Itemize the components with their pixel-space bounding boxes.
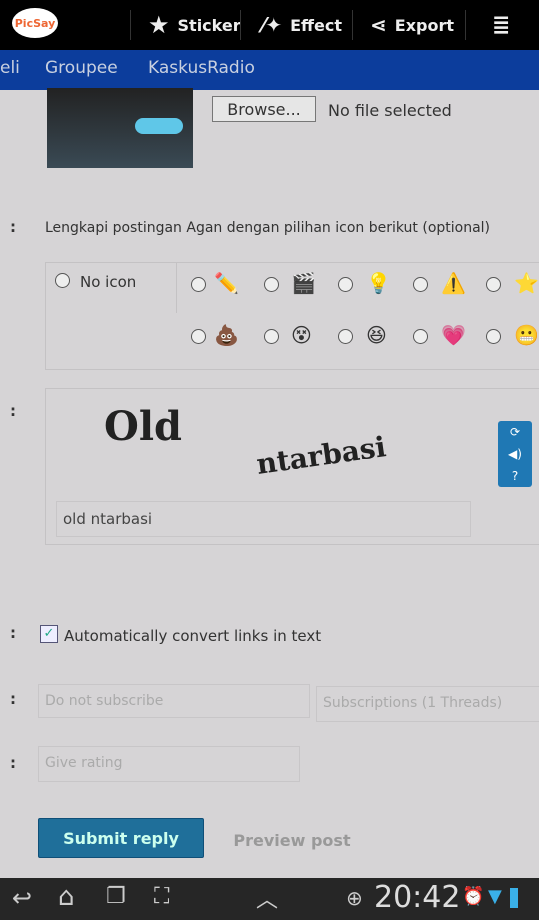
dizzy-face-icon: 😵	[291, 323, 312, 347]
submit-reply-button[interactable]: Submit reply	[38, 818, 204, 858]
warning-icon: ⚠️	[441, 271, 466, 295]
back-icon[interactable]: ↩	[12, 884, 32, 912]
icon-section-label: Lengkapi postingan Agan dengan pilihan i…	[45, 220, 491, 236]
share-icon: ⋖	[370, 13, 387, 37]
pencil-icon: ✏️	[214, 271, 239, 295]
export-button[interactable]: ⋖ Export	[370, 0, 454, 50]
auto-links-label: Automatically convert links in text	[64, 627, 322, 645]
sticker-button[interactable]: ★ Sticker	[148, 0, 241, 50]
icon-radio[interactable]	[338, 329, 353, 344]
system-navigation-bar: ↩ ⌂ ❐ ⛶ ︿ ⊕ 20:42 ⏰ ▼	[0, 878, 539, 920]
nav-item-kaskusradio[interactable]: KaskusRadio	[148, 58, 255, 78]
nav-item-groupee[interactable]: Groupee	[45, 58, 118, 78]
picsay-logo: PicSay	[12, 8, 58, 38]
home-icon[interactable]: ⌂	[58, 882, 75, 912]
lightbulb-icon: 💡	[366, 271, 391, 295]
chevron-up-icon[interactable]: ︿	[256, 882, 278, 914]
captcha-box: Old ntarbasi ⟳ ◀)? old ntarbasi	[45, 388, 539, 545]
auto-links-checkbox[interactable]: ✓	[40, 625, 58, 643]
browse-button[interactable]: Browse...	[212, 96, 316, 122]
icon-radio[interactable]	[486, 277, 501, 292]
nav-item[interactable]: eli	[0, 58, 20, 78]
star-icon: ★	[148, 11, 170, 39]
no-icon-radio[interactable]	[55, 273, 70, 288]
recent-apps-icon[interactable]: ❐	[106, 884, 126, 909]
rating-select[interactable]: Give rating	[38, 746, 300, 782]
add-icon: ⊕	[346, 886, 363, 910]
icon-radio[interactable]	[338, 277, 353, 292]
magic-wand-icon: ⁄✦	[262, 13, 283, 37]
clock: 20:42	[374, 880, 461, 915]
subscriptions-select[interactable]: Subscriptions (1 Threads)	[316, 686, 539, 722]
no-icon-label: No icon	[80, 273, 137, 291]
uploaded-image-thumbnail	[47, 88, 193, 168]
site-nav: eli Groupee KaskusRadio	[0, 50, 539, 90]
icon-picker: No icon ✏️ 🎬 💡 ⚠️ ⭐ 💩 😵 😆 💗 😬	[45, 262, 539, 370]
subscribe-select[interactable]: Do not subscribe	[38, 684, 310, 718]
battery-icon	[510, 888, 518, 908]
help-icon[interactable]: ?	[498, 465, 532, 487]
captcha-word-1: Old	[104, 403, 183, 450]
laughing-face-icon: 😆	[366, 323, 387, 347]
refresh-icon[interactable]: ⟳	[498, 421, 532, 443]
icon-radio[interactable]	[486, 329, 501, 344]
icon-radio[interactable]	[264, 277, 279, 292]
app-toolbar: PicSay ★ Sticker ⁄✦ Effect ⋖ Export ≣	[0, 0, 539, 50]
file-status: No file selected	[328, 101, 452, 120]
icon-radio[interactable]	[413, 277, 428, 292]
captcha-word-2: ntarbasi	[254, 430, 388, 481]
audio-icon[interactable]: ◀)	[498, 443, 532, 465]
poop-icon: 💩	[214, 323, 239, 347]
wifi-icon: ▼	[488, 886, 502, 907]
clapper-icon: 🎬	[291, 271, 316, 295]
grimace-face-icon: 😬	[514, 323, 539, 347]
icon-radio[interactable]	[264, 329, 279, 344]
star-emoji-icon: ⭐	[514, 271, 539, 295]
captcha-input[interactable]: old ntarbasi	[56, 501, 471, 537]
icon-radio[interactable]	[413, 329, 428, 344]
alarm-icon: ⏰	[462, 886, 485, 907]
icon-radio[interactable]	[191, 277, 206, 292]
effect-button[interactable]: ⁄✦ Effect	[262, 0, 342, 50]
icon-radio[interactable]	[191, 329, 206, 344]
logo-text: PicSay	[14, 16, 56, 30]
overflow-menu-icon[interactable]: ≣	[492, 0, 510, 50]
heart-icon: 💗	[441, 323, 466, 347]
screenshot-icon[interactable]: ⛶	[154, 884, 169, 909]
preview-post-button[interactable]: Preview post	[212, 820, 372, 860]
